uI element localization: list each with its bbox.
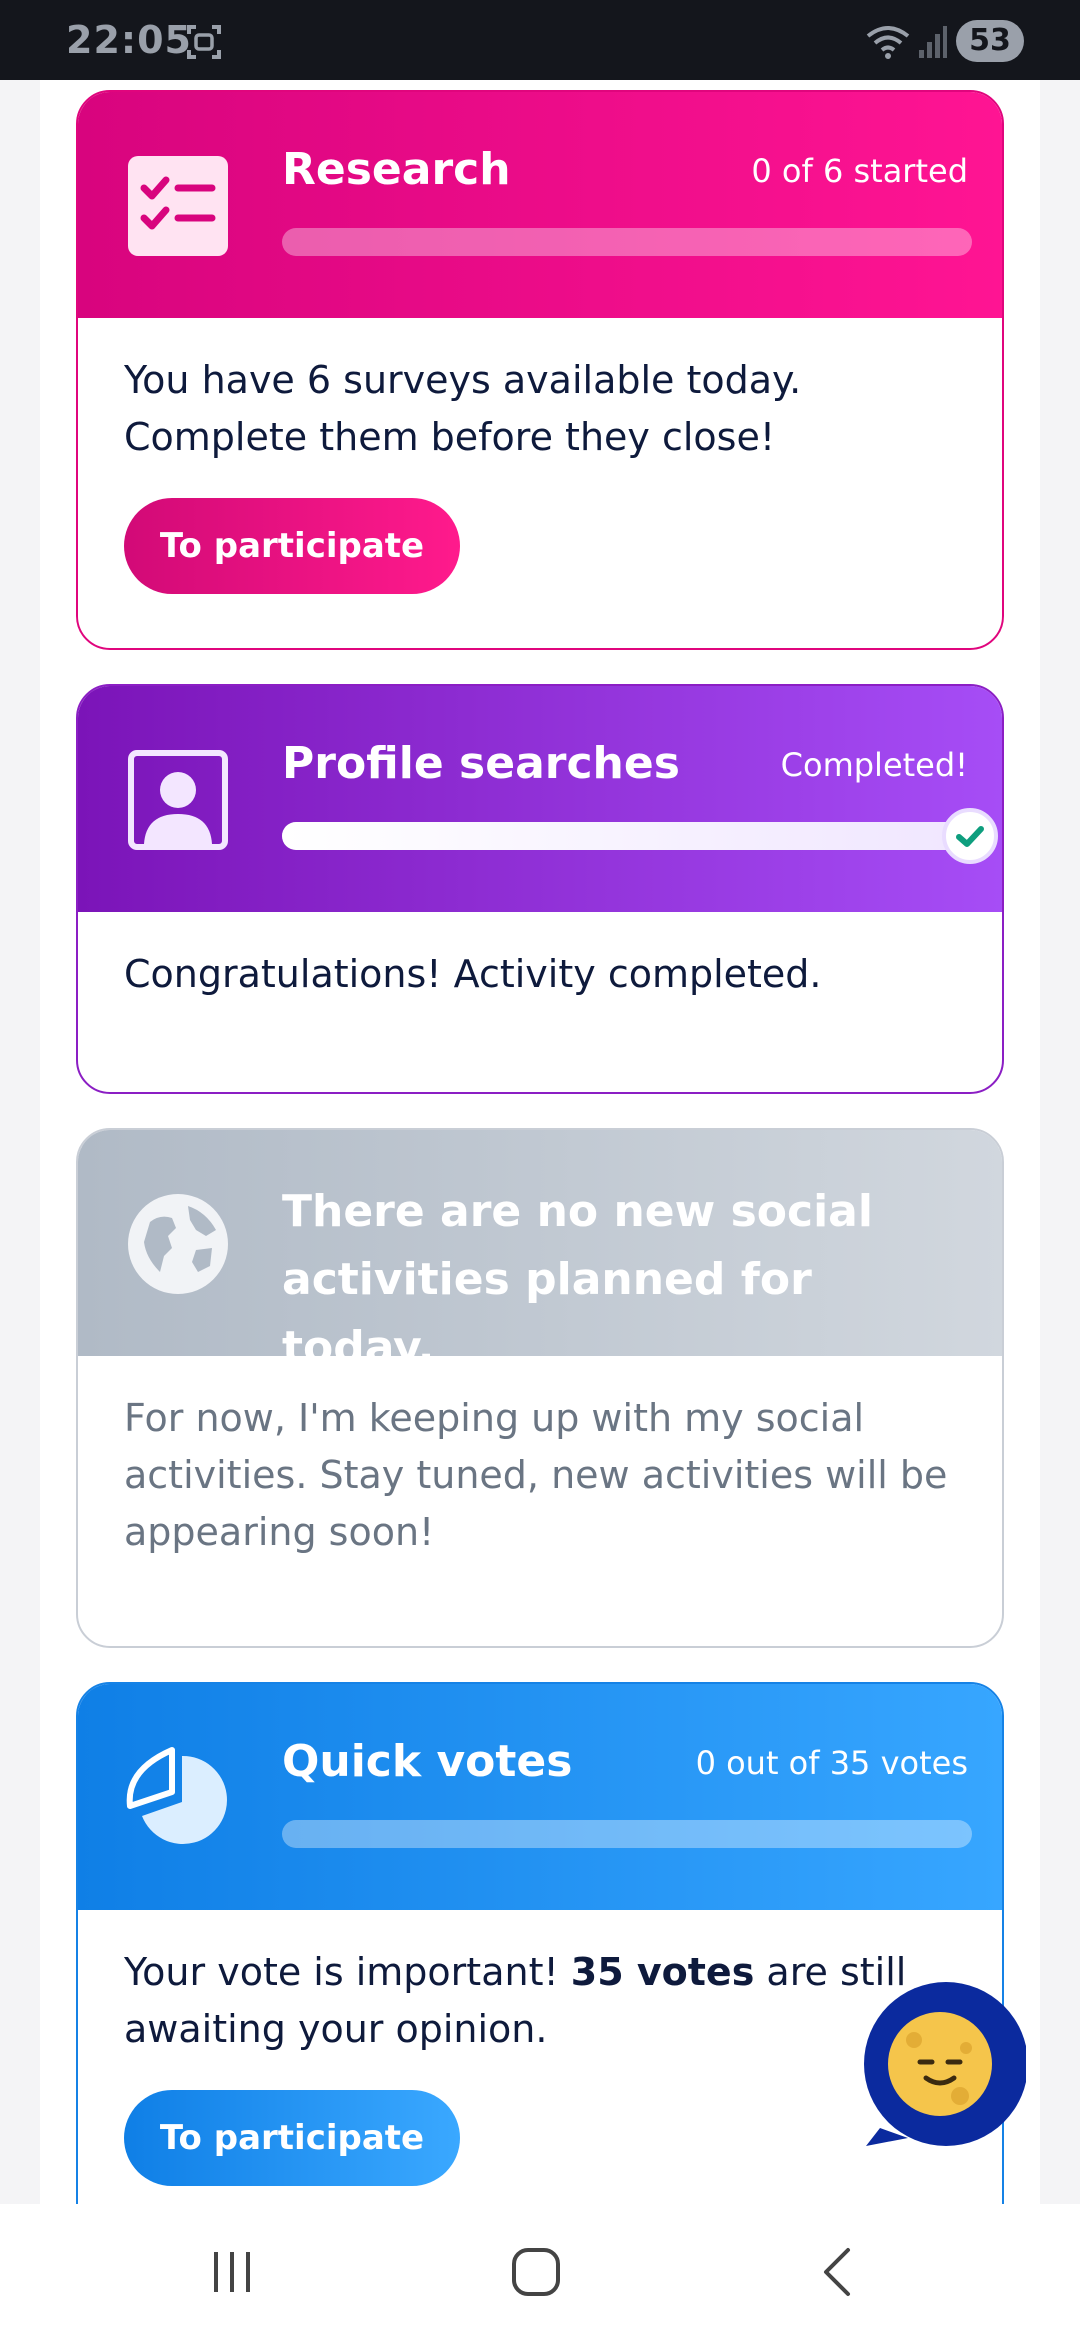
profile-body: Congratulations! Activity completed.: [78, 912, 1002, 1003]
social-activities-card: There are no new social activities plann…: [76, 1128, 1004, 1648]
votes-count-highlight: 35 votes: [570, 1950, 755, 1994]
research-body: You have 6 surveys available today. Comp…: [78, 318, 1002, 594]
research-card-header: Research 0 of 6 started: [78, 92, 1002, 318]
profile-description: Congratulations! Activity completed.: [124, 952, 822, 996]
navigation-bar: [0, 2204, 1080, 2340]
activities-list[interactable]: Research 0 of 6 started You have 6 surve…: [40, 80, 1040, 2204]
status-bar: 22:05 53: [0, 0, 1080, 80]
status-time: 22:05: [66, 18, 192, 62]
research-progress-bar: [282, 228, 972, 256]
social-description: For now, I'm keeping up with my social a…: [124, 1396, 948, 1554]
social-card-header: There are no new social activities plann…: [78, 1130, 1002, 1373]
research-status: 0 of 6 started: [751, 152, 968, 190]
social-title: There are no new social activities plann…: [282, 1186, 873, 1373]
social-body: For now, I'm keeping up with my social a…: [78, 1356, 1002, 1561]
research-title: Research: [282, 144, 511, 195]
votes-card-header: Quick votes 0 out of 35 votes: [78, 1684, 1002, 1910]
pie-chart-icon: [126, 1747, 227, 1844]
home-icon[interactable]: [506, 2242, 566, 2302]
research-description: You have 6 surveys available today. Comp…: [124, 358, 802, 459]
battery-indicator: 53: [956, 20, 1024, 62]
profile-icon: [128, 750, 228, 850]
votes-participate-button[interactable]: To participate: [124, 2090, 460, 2186]
votes-title: Quick votes: [282, 1736, 573, 1787]
completed-check-icon: [942, 808, 998, 864]
research-card[interactable]: Research 0 of 6 started You have 6 surve…: [76, 90, 1004, 650]
checklist-icon: [128, 156, 228, 256]
recent-apps-icon[interactable]: [202, 2242, 262, 2302]
profile-searches-card[interactable]: Profile searches Completed! Congratulati…: [76, 684, 1004, 1094]
wifi-icon: [866, 26, 910, 59]
votes-status: 0 out of 35 votes: [695, 1744, 968, 1782]
profile-status: Completed!: [780, 746, 968, 784]
chat-assistant-icon[interactable]: [856, 1978, 1026, 2150]
screenshot-icon: [187, 25, 221, 59]
profile-progress-fill: [282, 822, 972, 850]
votes-progress-bar: [282, 1820, 972, 1848]
votes-description-start: Your vote is important!: [124, 1950, 571, 1994]
globe-icon: [128, 1194, 228, 1294]
profile-title: Profile searches: [282, 738, 680, 789]
research-participate-button[interactable]: To participate: [124, 498, 460, 594]
back-icon[interactable]: [808, 2242, 868, 2302]
signal-icon: [919, 26, 947, 58]
profile-progress-bar: [282, 822, 972, 850]
profile-card-header: Profile searches Completed!: [78, 686, 1002, 912]
votes-description: Your vote is important! 35 votes are sti…: [124, 1950, 906, 2051]
